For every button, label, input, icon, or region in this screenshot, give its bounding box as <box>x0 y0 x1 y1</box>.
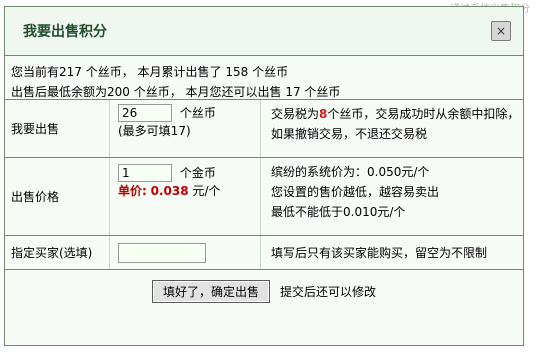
buyer-info: 填写后只有该买家能购买，留空为不限制 <box>261 236 523 269</box>
sell-amount-row: 我要出售 个丝币 (最多可填17) 交易税为8个丝币，交易成功时从余额中扣除，如… <box>5 100 523 158</box>
price-unit: 个金币 <box>179 166 216 180</box>
tax-info: 交易税为8个丝币，交易成功时从余额中扣除，如果撤销交易，不退还交易税 <box>261 100 523 157</box>
min-price-info: 最低不能低于0.010元/个 <box>271 205 406 219</box>
price-tip: 您设置的售价越低，越容易卖出 <box>271 185 440 199</box>
sell-amount-hint: (最多可填17) <box>118 124 191 138</box>
price-row: 出售价格 个金币 单价: 0.038 元/个 缤纷的系统价为：0.050元/个 … <box>5 158 523 236</box>
buyer-input[interactable] <box>118 242 206 263</box>
dialog-title-bar: 我要出售积分 × <box>5 7 523 56</box>
price-input[interactable] <box>118 164 172 182</box>
price-info: 缤纷的系统价为：0.050元/个 您设置的售价越低，越容易卖出 最低不能低于0.… <box>261 158 523 235</box>
buyer-label: 指定买家(选填) <box>11 246 93 260</box>
submit-button[interactable]: 填好了，确定出售 <box>151 280 270 303</box>
sell-amount-label: 我要出售 <box>11 122 60 136</box>
sell-amount-cell: 个丝币 (最多可填17) <box>109 100 261 157</box>
close-icon[interactable]: × <box>491 21 511 41</box>
unit-price-label: 单价: <box>118 184 147 198</box>
unit-price-suffix: 元/个 <box>192 184 221 198</box>
sell-amount-unit: 个丝币 <box>179 106 216 120</box>
price-label: 出售价格 <box>11 190 60 204</box>
buyer-cell <box>109 236 261 269</box>
buyer-row: 指定买家(选填) 填写后只有该买家能购买，留空为不限制 <box>5 236 523 270</box>
sell-amount-input[interactable] <box>118 104 172 122</box>
dialog-title: 我要出售积分 <box>23 24 107 40</box>
price-cell: 个金币 单价: 0.038 元/个 <box>109 158 261 235</box>
sell-points-dialog: 我要出售积分 × 您当前有217 个丝币， 本月累计出售了 158 个丝币 出售… <box>4 6 524 346</box>
actions: 填好了，确定出售 提交后还可以修改 <box>5 270 523 303</box>
summary: 您当前有217 个丝币， 本月累计出售了 158 个丝币 出售后最低余额为200… <box>5 56 523 100</box>
submit-note: 提交后还可以修改 <box>280 285 377 299</box>
unit-price-value: 0.038 <box>150 184 189 198</box>
tax-info-prefix: 交易税为 <box>271 107 320 121</box>
summary-line-1: 您当前有217 个丝币， 本月累计出售了 158 个丝币 <box>11 65 289 79</box>
buyer-info-text: 填写后只有该买家能购买，留空为不限制 <box>271 245 488 260</box>
system-price-info: 缤纷的系统价为：0.050元/个 <box>271 165 430 179</box>
summary-line-2: 出售后最低余额为200 个丝币， 本月您还可以出售 17 个丝币 <box>11 85 341 99</box>
